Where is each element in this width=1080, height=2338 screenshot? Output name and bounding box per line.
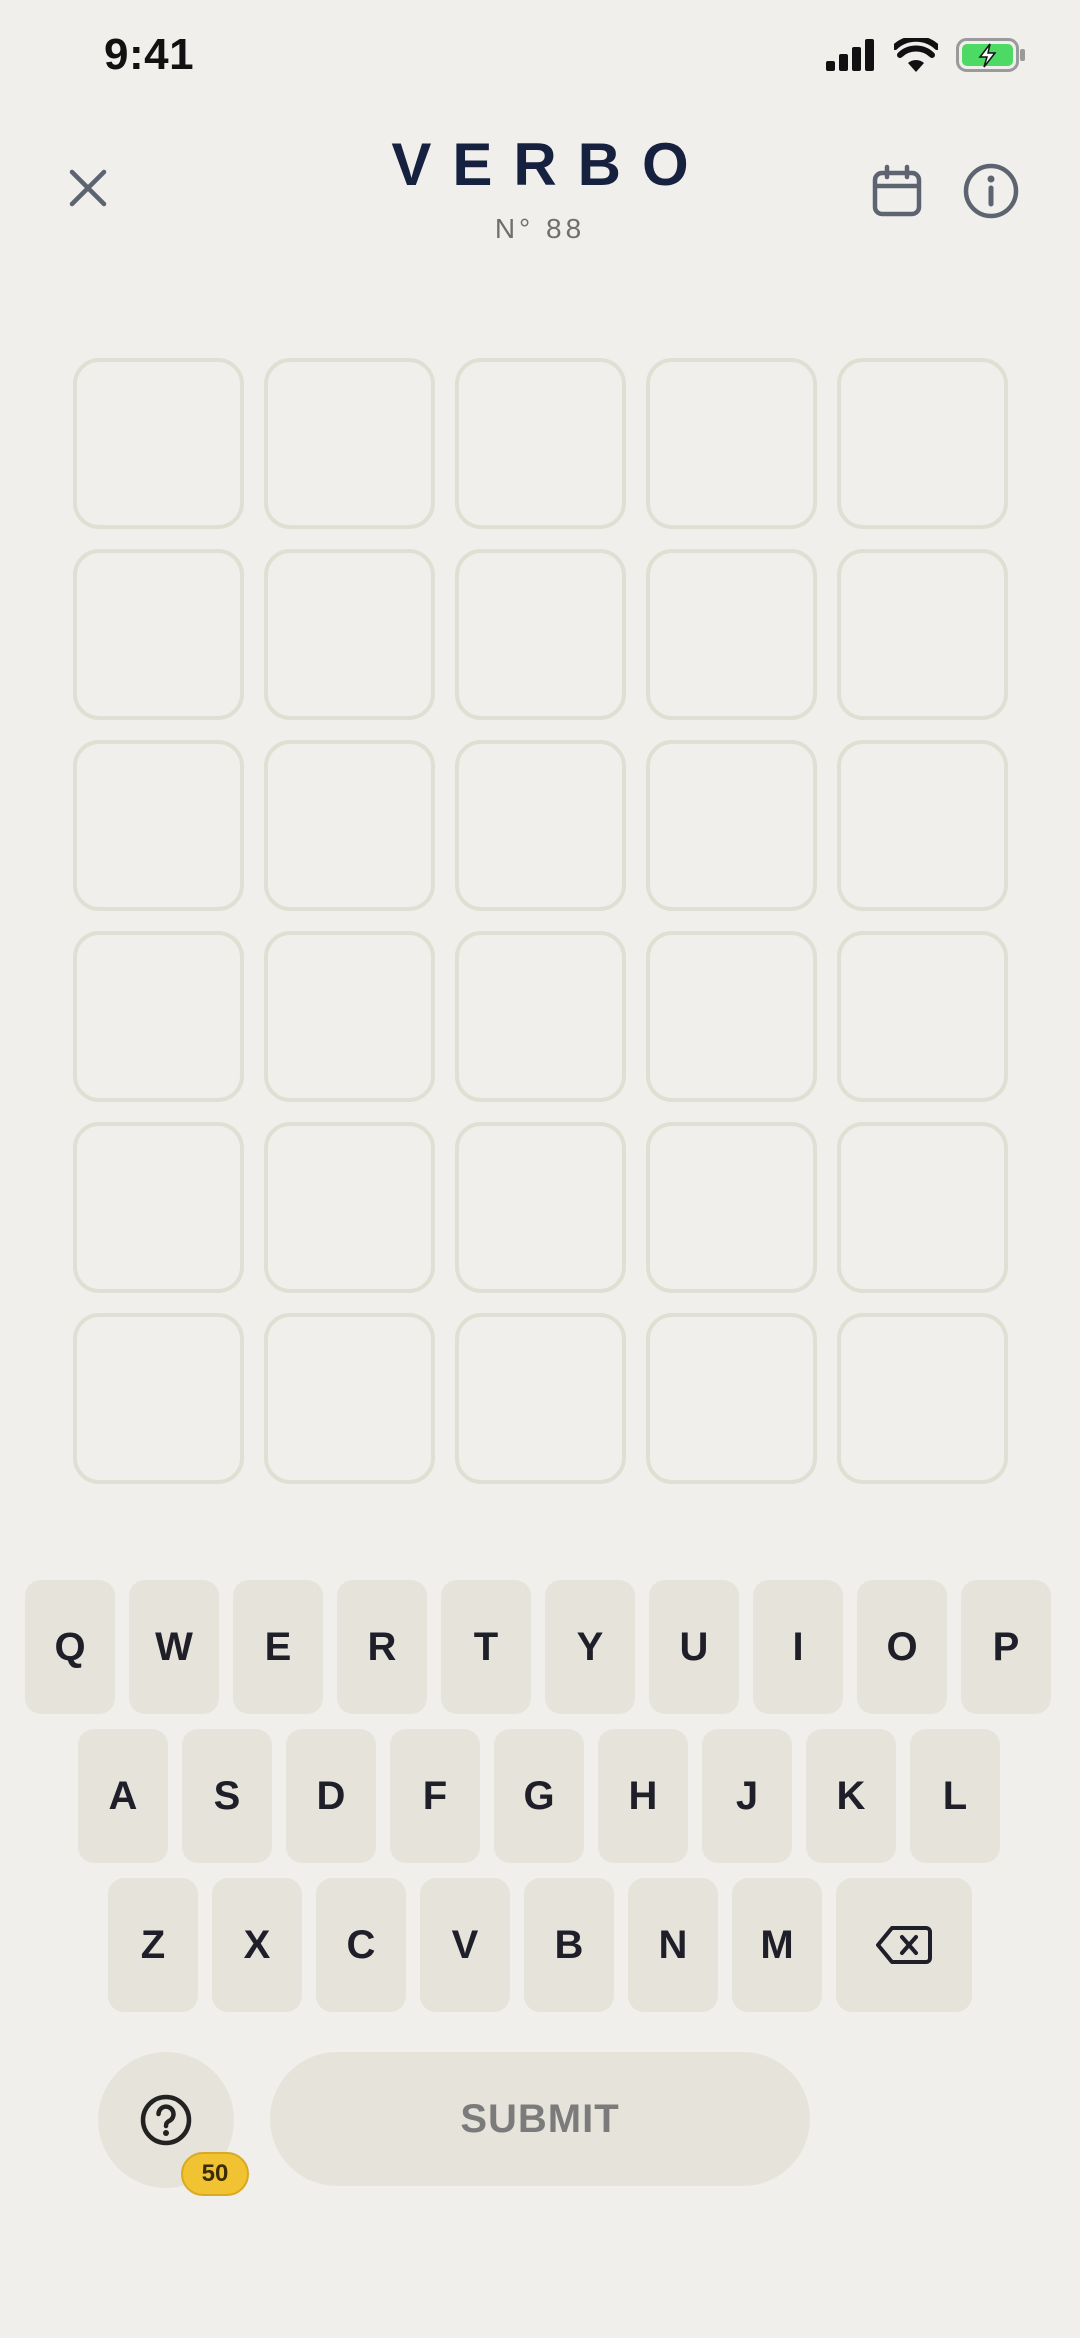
grid-tile: [837, 358, 1008, 529]
key-t[interactable]: T: [441, 1580, 531, 1714]
grid-tile: [73, 549, 244, 720]
key-n[interactable]: N: [628, 1878, 718, 2012]
key-k[interactable]: K: [806, 1729, 896, 1863]
grid-tile: [646, 740, 817, 911]
info-icon: [962, 162, 1020, 220]
keyboard-row-2: ASDFGHJKL: [78, 1729, 1000, 1863]
grid-tile: [455, 1122, 626, 1293]
key-s[interactable]: S: [182, 1729, 272, 1863]
key-y[interactable]: Y: [545, 1580, 635, 1714]
grid-tile: [264, 1313, 435, 1484]
key-x[interactable]: X: [212, 1878, 302, 2012]
grid-tile: [73, 1122, 244, 1293]
grid-tile: [455, 1313, 626, 1484]
key-z[interactable]: Z: [108, 1878, 198, 2012]
status-icons: [826, 35, 1026, 72]
grid-tile: [837, 931, 1008, 1102]
grid-tile: [73, 1313, 244, 1484]
question-icon: [139, 2093, 193, 2147]
grid-tile: [264, 931, 435, 1102]
grid-tile: [73, 740, 244, 911]
key-f[interactable]: F: [390, 1729, 480, 1863]
key-a[interactable]: A: [78, 1729, 168, 1863]
key-g[interactable]: G: [494, 1729, 584, 1863]
wifi-icon: [892, 35, 940, 72]
battery-charging-icon: [956, 38, 1026, 72]
grid-tile: [837, 1313, 1008, 1484]
grid-tile: [837, 740, 1008, 911]
key-r[interactable]: R: [337, 1580, 427, 1714]
grid-tile: [73, 931, 244, 1102]
grid-tile: [264, 740, 435, 911]
info-button[interactable]: [962, 162, 1020, 220]
grid-tile: [646, 1122, 817, 1293]
key-w[interactable]: W: [129, 1580, 219, 1714]
backspace-icon: [876, 1925, 932, 1965]
key-m[interactable]: M: [732, 1878, 822, 2012]
letter-grid: [73, 358, 1008, 1484]
grid-tile: [264, 549, 435, 720]
keyboard-row-1: QWERTYUIOP: [25, 1580, 1051, 1714]
grid-tile: [646, 1313, 817, 1484]
key-h[interactable]: H: [598, 1729, 688, 1863]
key-q[interactable]: Q: [25, 1580, 115, 1714]
grid-tile: [455, 358, 626, 529]
key-c[interactable]: C: [316, 1878, 406, 2012]
key-b[interactable]: B: [524, 1878, 614, 2012]
grid-tile: [455, 931, 626, 1102]
grid-tile: [646, 358, 817, 529]
key-l[interactable]: L: [910, 1729, 1000, 1863]
key-o[interactable]: O: [857, 1580, 947, 1714]
key-u[interactable]: U: [649, 1580, 739, 1714]
grid-tile: [264, 1122, 435, 1293]
submit-button[interactable]: SUBMIT: [270, 2052, 810, 2186]
key-i[interactable]: I: [753, 1580, 843, 1714]
key-e[interactable]: E: [233, 1580, 323, 1714]
signal-bars-icon: [826, 39, 876, 71]
key-p[interactable]: P: [961, 1580, 1051, 1714]
help-count-badge: 50: [181, 2152, 249, 2196]
grid-tile: [837, 549, 1008, 720]
calendar-icon: [870, 164, 924, 218]
backspace-key[interactable]: [836, 1878, 972, 2012]
status-time: 9:41: [104, 30, 195, 79]
key-v[interactable]: V: [420, 1878, 510, 2012]
grid-tile: [455, 740, 626, 911]
calendar-button[interactable]: [870, 164, 924, 218]
key-j[interactable]: J: [702, 1729, 792, 1863]
keyboard-row-3: ZXCVBNM: [108, 1878, 972, 2012]
key-d[interactable]: D: [286, 1729, 376, 1863]
grid-tile: [73, 358, 244, 529]
grid-tile: [264, 358, 435, 529]
grid-tile: [646, 931, 817, 1102]
grid-tile: [837, 1122, 1008, 1293]
grid-tile: [646, 549, 817, 720]
grid-tile: [455, 549, 626, 720]
